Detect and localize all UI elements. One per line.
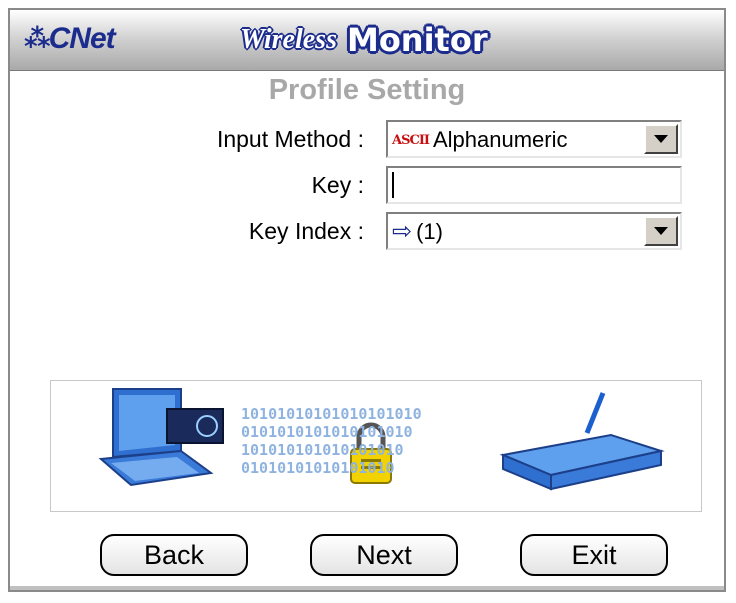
app-title: Wireless Monitor — [240, 18, 488, 62]
app-window: ⁂ CNet Wireless Monitor Profile Setting … — [8, 8, 726, 592]
brand-name: CNet — [48, 22, 116, 55]
key-row: Key : — [10, 166, 724, 206]
brand-logo: ⁂ CNet — [24, 22, 116, 56]
section-title: Profile Setting — [268, 74, 466, 106]
app-title-part2: Monitor — [346, 21, 488, 59]
binary-line-4: 01010101010101010 — [241, 459, 395, 477]
key-index-value-wrap: ⇨ (1) — [392, 219, 443, 245]
arrow-right-icon: ⇨ — [392, 218, 413, 245]
ascii-icon: ASCII — [392, 132, 430, 148]
back-button[interactable]: Back — [100, 534, 248, 576]
router-icon — [499, 392, 665, 491]
input-method-label: Input Method : — [216, 126, 364, 152]
chevron-down-icon — [654, 135, 668, 143]
key-label: Key : — [311, 172, 364, 198]
app-title-part1: Wireless — [240, 24, 337, 55]
key-index-select[interactable]: ⇨ (1) — [386, 212, 682, 250]
binary-line-1: 10101010101010101010 — [241, 405, 422, 423]
key-input[interactable] — [386, 166, 682, 204]
text-caret — [392, 172, 394, 198]
key-index-dropdown-button[interactable] — [644, 216, 678, 246]
input-method-dropdown-button[interactable] — [644, 124, 678, 154]
bottom-divider — [10, 586, 724, 590]
binary-stream: 10101010101010101010 0101010101010101010… — [241, 405, 422, 477]
wireless-banner: 10101010101010101010 0101010101010101010… — [50, 380, 702, 512]
key-index-row: Key Index : ⇨ (1) — [10, 212, 724, 252]
binary-line-2: 0101010101010101010 — [241, 423, 413, 441]
key-index-value: (1) — [416, 219, 443, 244]
title-bar: ⁂ CNet Wireless Monitor — [10, 10, 724, 71]
input-method-value: Alphanumeric — [432, 127, 568, 152]
brand-mark-icon: ⁂ — [24, 24, 51, 54]
input-method-value-wrap: ASCII Alphanumeric — [392, 127, 568, 153]
laptop-icon — [98, 388, 224, 487]
key-index-label: Key Index : — [248, 218, 364, 244]
input-method-select[interactable]: ASCII Alphanumeric — [386, 120, 682, 158]
input-method-row: Input Method : ASCII Alphanumeric — [10, 120, 724, 160]
next-button[interactable]: Next — [310, 534, 458, 576]
chevron-down-icon — [654, 227, 668, 235]
exit-button[interactable]: Exit — [520, 534, 668, 576]
binary-line-3: 101010101010101010 — [241, 441, 404, 459]
